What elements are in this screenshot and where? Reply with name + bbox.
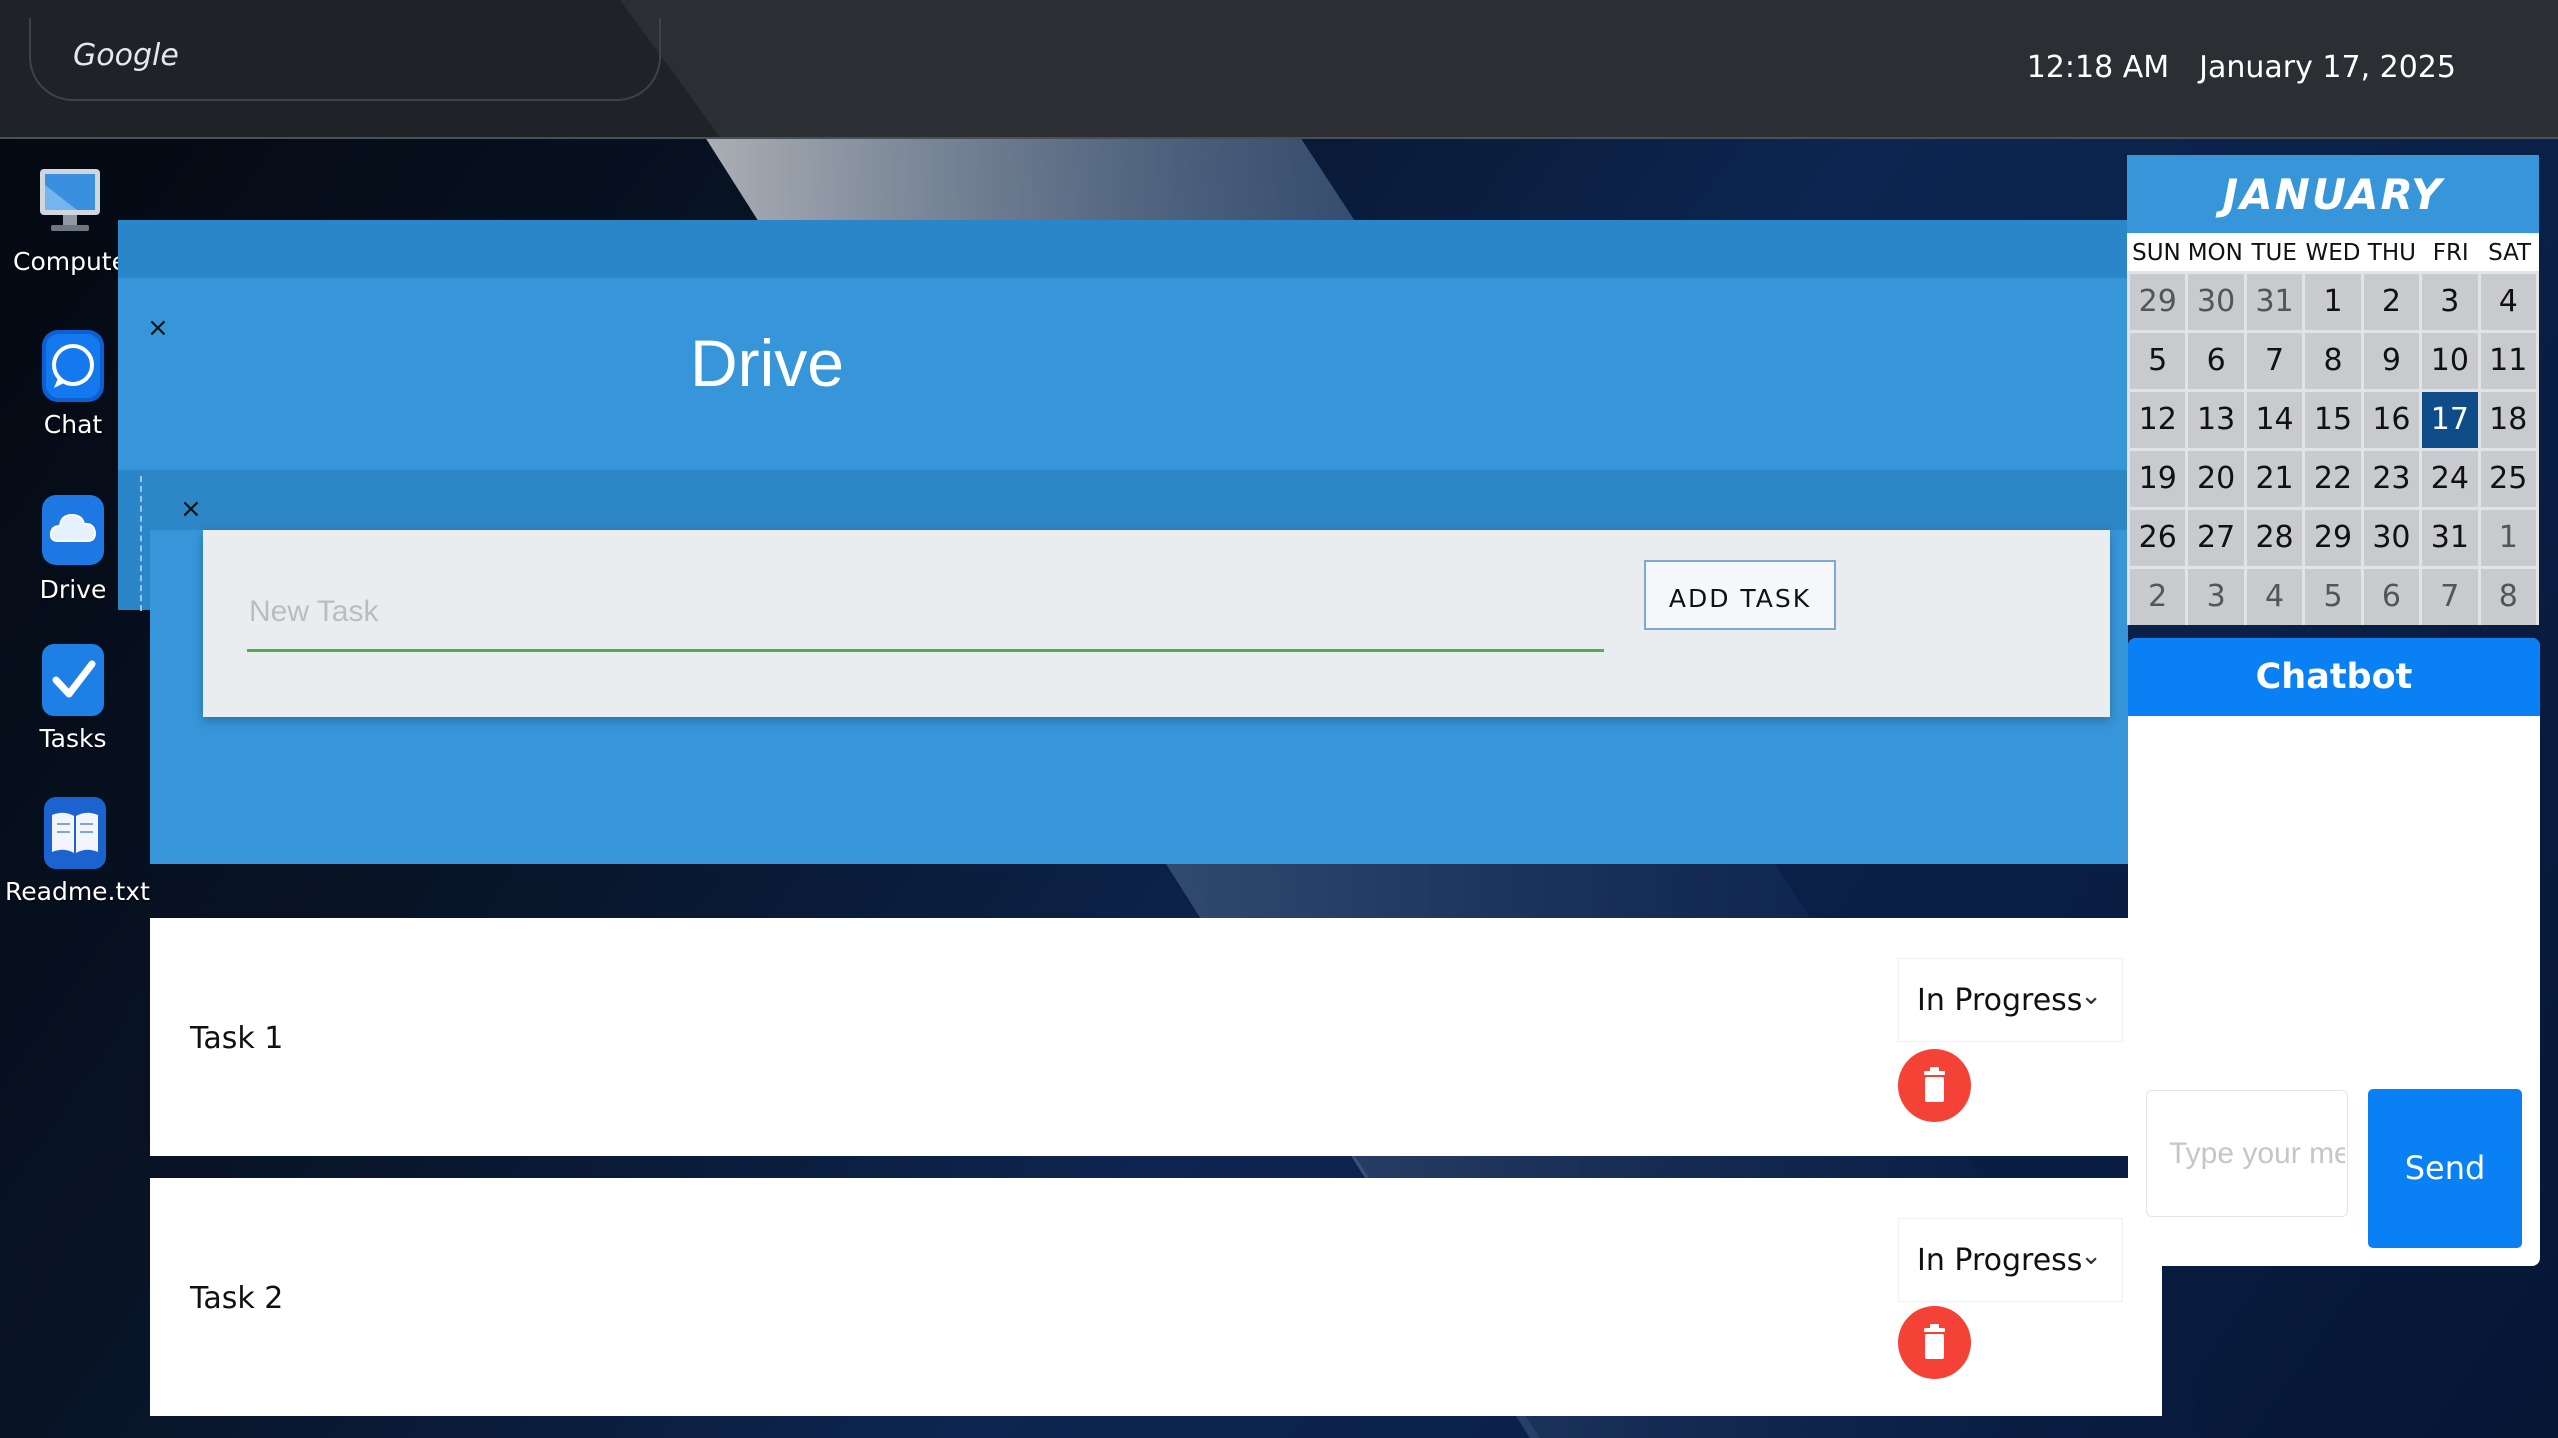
calendar-day[interactable]: 17 [2422, 392, 2478, 448]
task-row: Task 2 In Progress ⌄ [150, 1178, 2162, 1416]
calendar-day[interactable]: 29 [2130, 274, 2186, 330]
desktop-icon-label: Tasks [39, 724, 107, 753]
calendar-day[interactable]: 8 [2480, 569, 2536, 625]
chatbot-message-input[interactable] [2146, 1090, 2348, 1217]
calendar-day[interactable]: 8 [2305, 333, 2361, 389]
task-row: Task 1 In Progress ⌄ [150, 918, 2162, 1156]
calendar-day[interactable]: 31 [2246, 274, 2303, 330]
checkmark-icon [40, 642, 106, 718]
chat-icon [40, 328, 106, 404]
calendar-day[interactable]: 16 [2363, 392, 2420, 448]
add-task-button[interactable]: ADD TASK [1644, 560, 1836, 630]
calendar-day[interactable]: 29 [2305, 510, 2361, 566]
google-search-label[interactable]: Google [73, 38, 179, 73]
resize-handle[interactable] [140, 476, 150, 611]
weekday-label: THU [2367, 240, 2416, 266]
calendar-day[interactable]: 7 [2422, 569, 2478, 625]
task-status-value: In Progress [1917, 1243, 2083, 1278]
task-status-value: In Progress [1917, 983, 2083, 1018]
calendar-day[interactable]: 21 [2246, 451, 2303, 507]
drive-close-button[interactable]: × [147, 313, 169, 343]
cloud-icon [40, 493, 106, 569]
task-status-select[interactable]: In Progress ⌄ [1898, 1218, 2123, 1302]
weekday-label: FRI [2432, 240, 2469, 266]
desktop-icon-readme[interactable]: Readme.txt [5, 795, 150, 906]
task-status-select[interactable]: In Progress ⌄ [1898, 958, 2123, 1042]
drive-header [118, 278, 2128, 470]
weekday-label: SAT [2488, 240, 2532, 266]
calendar-day[interactable]: 26 [2130, 510, 2186, 566]
book-icon [42, 795, 108, 871]
calendar-weekdays: SUN MON TUE WED THU FRI SAT [2127, 233, 2539, 271]
clock: 12:18 AM January 17, 2025 [2027, 50, 2456, 85]
trash-icon [1924, 1067, 1945, 1102]
calendar-day[interactable]: 3 [2188, 569, 2244, 625]
calendar-day[interactable]: 23 [2363, 451, 2420, 507]
calendar-day[interactable]: 31 [2422, 510, 2478, 566]
computer-icon [37, 165, 103, 241]
calendar-day[interactable]: 7 [2246, 333, 2303, 389]
calendar-day[interactable]: 28 [2246, 510, 2303, 566]
calendar-month: JANUARY [2127, 155, 2539, 233]
task-name: Task 1 [190, 1021, 284, 1056]
calendar-day[interactable]: 5 [2305, 569, 2361, 625]
new-task-input[interactable] [247, 575, 1604, 652]
task-name: Task 2 [190, 1281, 284, 1316]
calendar-day[interactable]: 14 [2246, 392, 2303, 448]
trash-icon [1924, 1324, 1945, 1359]
task-panel-titlebar [140, 470, 2130, 530]
drive-title: Drive [690, 326, 845, 400]
calendar-grid: 29 30 31 1 2 3 4 5 6 7 8 9 10 11 12 13 14 15 16 17 18 19 20 21 2… [2127, 271, 2539, 628]
chatbot-widget: Chatbot Send [2128, 638, 2540, 1266]
delete-task-button[interactable] [1898, 1306, 1971, 1379]
calendar-day[interactable]: 18 [2480, 392, 2536, 448]
clock-date: January 17, 2025 [2199, 50, 2456, 85]
calendar-day[interactable]: 2 [2130, 569, 2186, 625]
chatbot-send-button[interactable]: Send [2368, 1089, 2522, 1248]
calendar-day[interactable]: 4 [2480, 274, 2536, 330]
chevron-down-icon: ⌄ [2080, 981, 2102, 1011]
calendar-day[interactable]: 15 [2305, 392, 2361, 448]
chatbot-title: Chatbot [2128, 638, 2540, 716]
calendar-day[interactable]: 20 [2188, 451, 2244, 507]
weekday-label: MON [2187, 240, 2243, 266]
calendar-day[interactable]: 22 [2305, 451, 2361, 507]
calendar-day[interactable]: 19 [2130, 451, 2186, 507]
desktop-icon-label: Readme.txt [5, 877, 150, 906]
calendar-day[interactable]: 6 [2188, 333, 2244, 389]
weekday-label: TUE [2251, 240, 2297, 266]
calendar-day[interactable]: 4 [2246, 569, 2303, 625]
chevron-down-icon: ⌄ [2080, 1241, 2102, 1271]
calendar-day[interactable]: 2 [2363, 274, 2420, 330]
weekday-label: SUN [2132, 240, 2181, 266]
calendar-widget: JANUARY SUN MON TUE WED THU FRI SAT 29 30… [2127, 155, 2539, 625]
calendar-day[interactable]: 5 [2130, 333, 2186, 389]
task-panel-close-button[interactable]: × [180, 494, 202, 524]
calendar-day[interactable]: 3 [2422, 274, 2478, 330]
clock-time: 12:18 AM [2026, 50, 2170, 85]
calendar-day[interactable]: 6 [2363, 569, 2420, 625]
calendar-day[interactable]: 10 [2422, 333, 2478, 389]
calendar-day[interactable]: 13 [2188, 392, 2244, 448]
desktop-icon-tasks[interactable]: Tasks [3, 642, 143, 753]
calendar-day[interactable]: 24 [2422, 451, 2478, 507]
calendar-day[interactable]: 30 [2363, 510, 2420, 566]
calendar-day[interactable]: 1 [2480, 510, 2536, 566]
calendar-day[interactable]: 30 [2188, 274, 2244, 330]
top-bar: Google 12:18 AM January 17, 2025 [0, 0, 2558, 139]
calendar-day[interactable]: 27 [2188, 510, 2244, 566]
calendar-day[interactable]: 11 [2480, 333, 2536, 389]
calendar-day[interactable]: 25 [2480, 451, 2536, 507]
delete-task-button[interactable] [1898, 1049, 1971, 1122]
calendar-day[interactable]: 9 [2363, 333, 2420, 389]
calendar-day[interactable]: 1 [2305, 274, 2361, 330]
weekday-label: WED [2305, 240, 2361, 266]
calendar-day[interactable]: 12 [2130, 392, 2186, 448]
